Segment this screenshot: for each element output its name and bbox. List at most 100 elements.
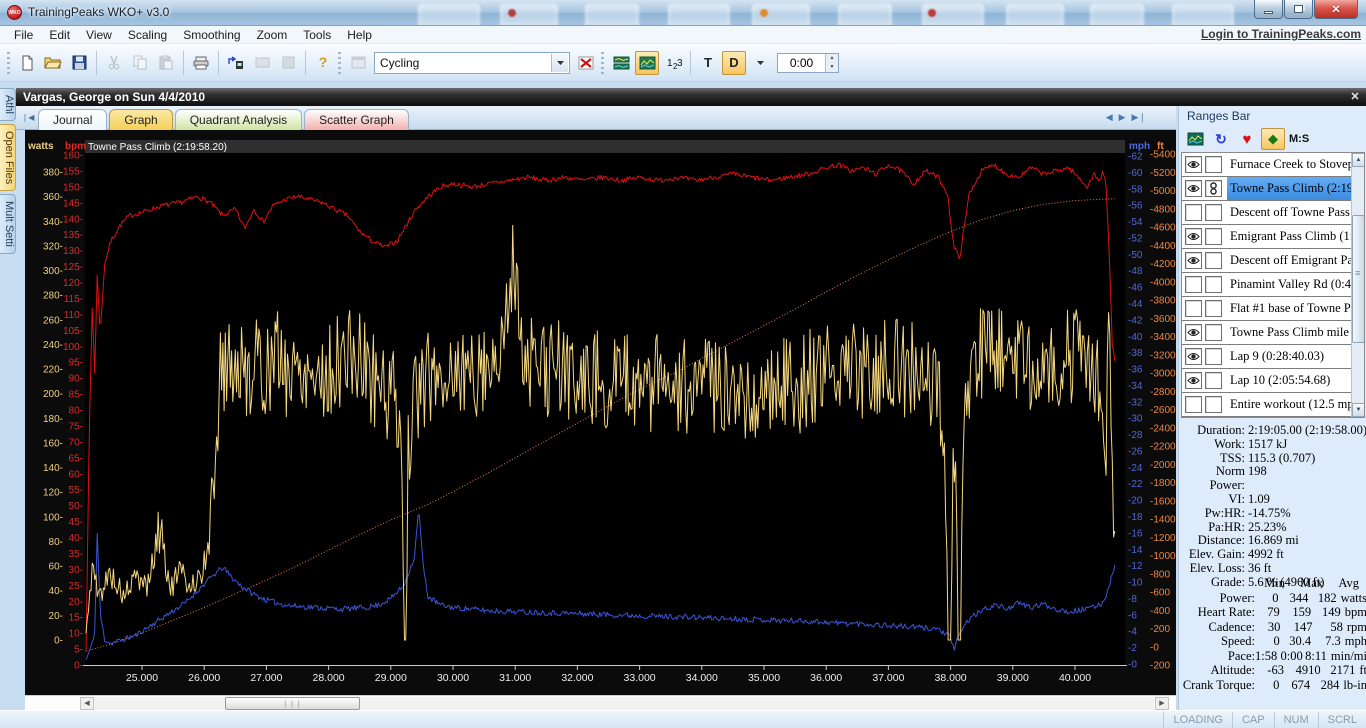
text-t-button[interactable]: T (696, 51, 720, 75)
ranges-scrollbar[interactable]: ▲▼ (1351, 153, 1364, 417)
range-row[interactable]: Pinamint Valley Rd (0:45:0 (1182, 273, 1364, 297)
tab-quadrant-analysis[interactable]: Quadrant Analysis (174, 109, 303, 130)
range-label: Lap 9 (0:28:40.03) (1230, 349, 1325, 363)
help-button[interactable]: ? (311, 51, 335, 75)
new-document-button[interactable] (15, 51, 39, 75)
visibility-toggle[interactable] (1185, 324, 1202, 341)
scroll-up-arrow-icon[interactable]: ▲ (1352, 153, 1364, 167)
visibility-toggle[interactable] (1185, 396, 1202, 413)
range-row[interactable]: Descent off Towne Pass (1182, 201, 1364, 225)
last-arrow-icon[interactable]: ▶❘ (1132, 112, 1146, 123)
svg-text:155-: 155- (63, 166, 83, 177)
range-checkbox[interactable] (1205, 228, 1222, 245)
range-row[interactable]: Entire workout (12.5 mph (1182, 393, 1364, 417)
side-tab-athl[interactable]: Athl (0, 88, 16, 121)
text-d-button[interactable]: D (722, 50, 746, 75)
range-checkbox[interactable] (1205, 396, 1222, 413)
side-tab-mult-setti[interactable]: Mult Setti (0, 194, 16, 255)
svg-text:75-: 75- (69, 421, 83, 432)
range-row[interactable]: Towne Pass Climb (2:19:5 (1182, 177, 1364, 201)
ranges-pace-button[interactable]: ◆ (1261, 128, 1285, 150)
visibility-toggle[interactable] (1185, 228, 1202, 245)
scroll-down-arrow-icon[interactable]: ▼ (1352, 403, 1364, 417)
minimize-button[interactable] (1254, 0, 1283, 19)
close-button[interactable]: ✕ (1314, 0, 1358, 19)
range-row[interactable]: Towne Pass Climb mile 69 (1182, 321, 1364, 345)
scroll-right-arrow-icon[interactable]: ▶ (1155, 697, 1169, 710)
stat-value: 1.09 (1248, 491, 1270, 506)
range-checkbox[interactable] (1205, 348, 1222, 365)
restore-button[interactable] (1284, 0, 1313, 19)
visibility-toggle[interactable] (1185, 276, 1202, 293)
range-row[interactable]: Descent off Emigrant Pass (1182, 249, 1364, 273)
menu-edit[interactable]: Edit (41, 27, 78, 43)
upload-workout-button[interactable] (224, 51, 248, 75)
ranges-heartrate-button[interactable]: ♥ (1235, 128, 1259, 150)
scrollbar-track[interactable]: ❘❘❘ (94, 697, 1154, 710)
app-icon: WKO (7, 5, 22, 20)
print-button[interactable] (189, 51, 213, 75)
arrow-down-button[interactable] (748, 51, 772, 75)
first-tab-button[interactable]: ❘◀ (21, 111, 35, 124)
range-row[interactable]: Emigrant Pass Climb (1:49 (1182, 225, 1364, 249)
side-tab-open-files[interactable]: Open Files (0, 123, 16, 192)
visibility-toggle[interactable] (1185, 156, 1202, 173)
range-row[interactable]: Lap 10 (2:05:54.68) (1182, 369, 1364, 393)
menu-view[interactable]: View (78, 27, 120, 43)
menu-scaling[interactable]: Scaling (120, 27, 175, 43)
range-row[interactable]: Furnace Creek to Stovepip (1182, 153, 1364, 177)
range-row[interactable]: Flat #1 base of Towne Pass (1182, 297, 1364, 321)
range-checkbox[interactable] (1205, 252, 1222, 269)
range-checkbox[interactable] (1205, 156, 1222, 173)
spinner-down-icon[interactable]: ▼ (826, 62, 838, 72)
range-checkbox[interactable] (1205, 324, 1222, 341)
range-checkbox[interactable] (1205, 372, 1222, 389)
save-file-button[interactable] (67, 51, 91, 75)
tab-graph[interactable]: Graph (109, 109, 173, 130)
workout-type-select[interactable]: Cycling (374, 51, 570, 74)
visibility-toggle[interactable] (1185, 252, 1202, 269)
scroll-left-arrow-icon[interactable]: ◀ (80, 697, 94, 710)
ranges-refresh-button[interactable]: ↻ (1209, 128, 1233, 150)
ranges-scrollbar-thumb[interactable] (1352, 215, 1364, 343)
summary-unit: watts (1340, 590, 1366, 605)
spinner-up-icon[interactable]: ▲ (826, 53, 838, 63)
visibility-toggle[interactable] (1185, 300, 1202, 317)
svg-text:-2800: -2800 (1150, 387, 1176, 398)
prev-arrow-icon[interactable]: ◀ (1106, 112, 1113, 123)
range-checkbox[interactable] (1205, 180, 1222, 197)
graph-view-button[interactable] (635, 50, 659, 75)
delete-range-button[interactable] (574, 51, 598, 75)
tab-journal[interactable]: Journal (38, 109, 108, 130)
next-arrow-icon[interactable]: ▶ (1119, 112, 1126, 123)
range-checkbox[interactable] (1205, 276, 1222, 293)
menu-help[interactable]: Help (339, 27, 380, 43)
svg-text:-46: -46 (1128, 283, 1143, 294)
tab-scatter-graph[interactable]: Scatter Graph (304, 109, 409, 130)
range-row[interactable]: Lap 9 (0:28:40.03) (1182, 345, 1364, 369)
numbers-123-button[interactable]: 123 (661, 51, 685, 75)
combo-arrow-icon[interactable] (551, 53, 568, 72)
workout-graph[interactable]: Towne Pass Climb (2:19:58.20)watts bpm mph… (25, 130, 1176, 695)
svg-text:120-: 120- (63, 278, 83, 289)
visibility-toggle[interactable] (1185, 372, 1202, 389)
login-link[interactable]: Login to TrainingPeaks.com (1201, 27, 1361, 41)
open-file-button[interactable] (41, 51, 65, 75)
menu-tools[interactable]: Tools (295, 27, 339, 43)
graph-stack-button[interactable] (609, 51, 633, 75)
range-checkbox[interactable] (1205, 204, 1222, 221)
title-bar[interactable]: WKO TrainingPeaks WKO+ v3.0 ✕ (0, 0, 1366, 26)
scrollbar-thumb[interactable]: ❘❘❘ (225, 697, 360, 710)
range-checkbox[interactable] (1205, 300, 1222, 317)
document-close-button[interactable]: ✕ (1348, 90, 1362, 104)
time-spinner[interactable]: 0:00 ▲ ▼ (777, 52, 839, 73)
visibility-toggle[interactable] (1185, 180, 1202, 197)
menu-zoom[interactable]: Zoom (249, 27, 296, 43)
menu-file[interactable]: File (6, 27, 41, 43)
svg-text:80-: 80- (49, 537, 63, 548)
visibility-toggle[interactable] (1185, 348, 1202, 365)
visibility-toggle[interactable] (1185, 204, 1202, 221)
menu-smoothing[interactable]: Smoothing (175, 27, 248, 43)
stat-label: Work: (1214, 436, 1245, 451)
ranges-graph-button[interactable] (1183, 128, 1207, 150)
